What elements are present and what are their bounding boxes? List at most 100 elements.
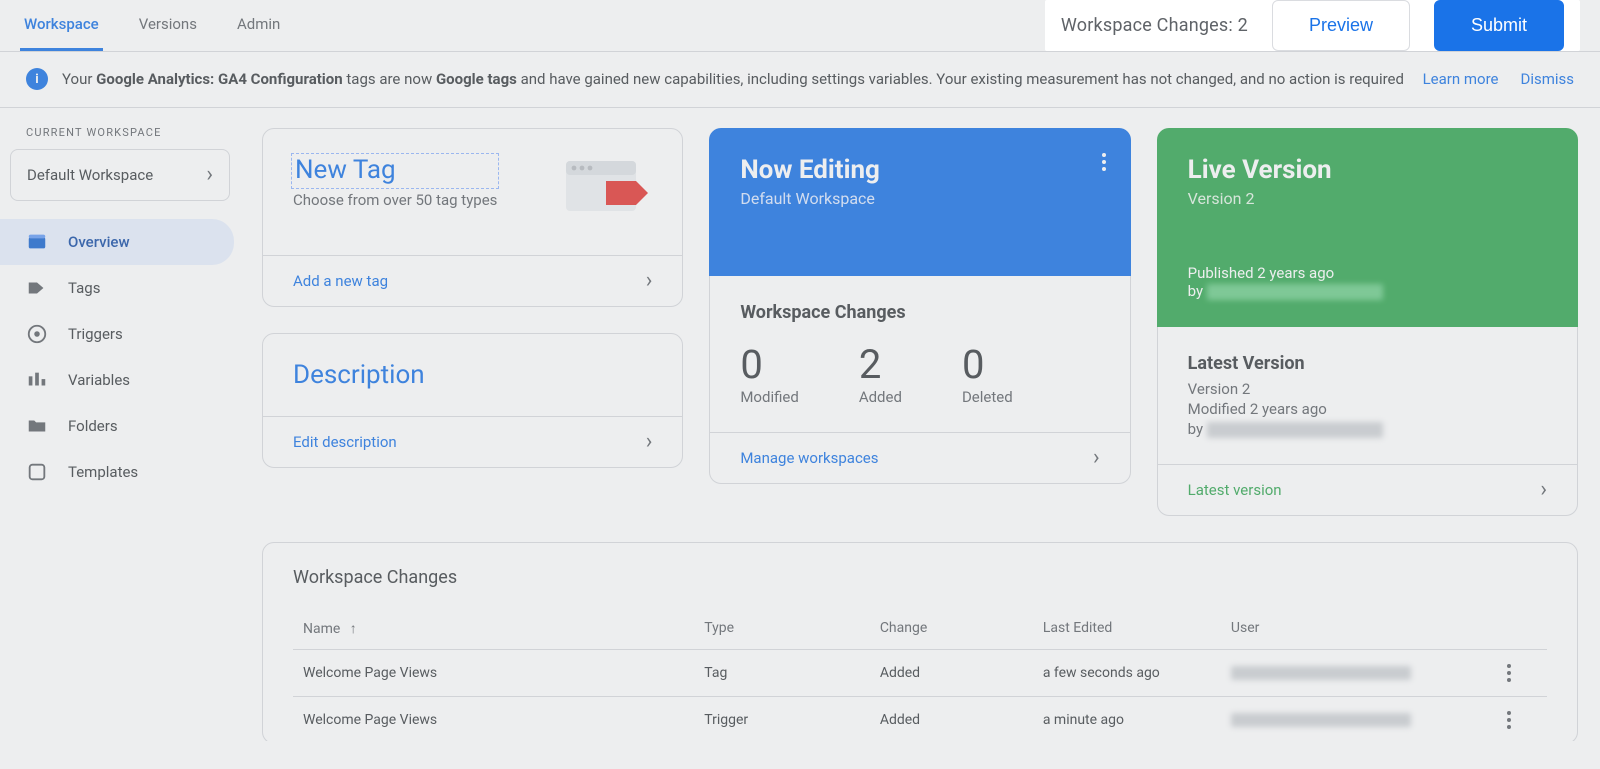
add-new-tag-link[interactable]: Add a new tag	[263, 255, 682, 306]
folder-icon	[26, 415, 48, 437]
row-user	[1221, 696, 1497, 740]
vertical-dots-icon	[1102, 153, 1106, 171]
live-version-by: by	[1188, 282, 1547, 300]
sidebar-item-label: Triggers	[68, 325, 123, 343]
card-foot-label: Latest version	[1188, 481, 1282, 499]
sidebar: CURRENT WORKSPACE Default Workspace Over…	[0, 108, 240, 741]
sidebar-item-triggers[interactable]: Triggers	[0, 311, 234, 357]
sidebar-item-label: Overview	[68, 233, 130, 251]
row-edited: a few seconds ago	[1033, 649, 1221, 696]
row-name[interactable]: Welcome Page Views	[293, 649, 694, 696]
card-foot-label: Manage workspaces	[740, 449, 878, 467]
banner-message: Your Google Analytics: GA4 Configuration…	[62, 68, 1409, 91]
metric-modified: 0 Modified	[740, 341, 798, 406]
sidebar-item-folders[interactable]: Folders	[0, 403, 234, 449]
table-row[interactable]: Welcome Page Views Tag Added a few secon…	[293, 649, 1547, 696]
topbar: Workspace Versions Admin Workspace Chang…	[0, 0, 1600, 52]
main: CURRENT WORKSPACE Default Workspace Over…	[0, 108, 1600, 741]
chevron-right-icon	[646, 270, 653, 292]
metric-value: 2	[859, 341, 902, 388]
sidebar-item-label: Templates	[68, 463, 138, 481]
chevron-right-icon	[646, 431, 653, 453]
now-editing-subtitle: Default Workspace	[740, 189, 1099, 208]
workspace-selector[interactable]: Default Workspace	[10, 149, 230, 201]
current-workspace-heading: CURRENT WORKSPACE	[0, 126, 240, 149]
sidebar-item-variables[interactable]: Variables	[0, 357, 234, 403]
metric-added: 2 Added	[859, 341, 902, 406]
edit-description-link[interactable]: Edit description	[263, 416, 682, 467]
metric-label: Modified	[740, 388, 798, 406]
live-version-title: Live Version	[1188, 155, 1547, 185]
row-name[interactable]: Welcome Page Views	[293, 696, 694, 740]
card-foot-label: Add a new tag	[293, 272, 388, 290]
tab-versions[interactable]: Versions	[135, 0, 201, 51]
vertical-dots-icon	[1507, 664, 1511, 682]
latest-version-modified: Modified 2 years ago	[1188, 400, 1547, 418]
submit-button[interactable]: Submit	[1434, 0, 1564, 51]
row-type: Trigger	[694, 696, 870, 740]
tab-workspace[interactable]: Workspace	[20, 0, 103, 51]
sidebar-item-overview[interactable]: Overview	[0, 219, 234, 265]
metric-value: 0	[740, 341, 798, 388]
workspace-changes-count: Workspace Changes: 2	[1061, 15, 1248, 36]
latest-version-title: Latest Version	[1188, 353, 1547, 374]
sidebar-nav: Overview Tags Triggers Variables	[0, 219, 240, 495]
metric-deleted: 0 Deleted	[962, 341, 1013, 406]
tab-admin[interactable]: Admin	[233, 0, 284, 51]
live-version-card: Live Version Version 2 Published 2 years…	[1157, 128, 1578, 327]
table-header-row: Name ↑ Type Change Last Edited User	[293, 608, 1547, 650]
workspace-changes-card: Workspace Changes 0 Modified 2 Added	[709, 276, 1130, 484]
trigger-icon	[26, 323, 48, 345]
workspace-changes-title: Workspace Changes	[740, 302, 1099, 323]
now-editing-card: Now Editing Default Workspace	[709, 128, 1130, 276]
workspace-changes-table: Name ↑ Type Change Last Edited User Welc…	[293, 608, 1547, 741]
now-editing-menu-button[interactable]	[1102, 153, 1106, 171]
latest-version-card: Latest Version Version 2 Modified 2 year…	[1157, 327, 1578, 516]
tag-icon	[26, 277, 48, 299]
content: New Tag Choose from over 50 tag types	[240, 108, 1600, 741]
col-name[interactable]: Name ↑	[293, 608, 694, 650]
row-menu-button[interactable]	[1507, 664, 1537, 682]
description-card: Description Edit description	[262, 333, 683, 468]
workspace-changes-table-card: Workspace Changes Name ↑ Type Change Las…	[262, 542, 1578, 741]
row-edited: a minute ago	[1033, 696, 1221, 740]
row-menu-button[interactable]	[1507, 711, 1537, 729]
workspace-changes-table-title: Workspace Changes	[293, 567, 1547, 588]
variables-icon	[26, 369, 48, 391]
col-edited[interactable]: Last Edited	[1033, 608, 1221, 650]
latest-version-number: Version 2	[1188, 380, 1547, 398]
row-change: Added	[870, 649, 1033, 696]
sidebar-item-tags[interactable]: Tags	[0, 265, 234, 311]
description-title: Description	[293, 360, 652, 390]
table-row[interactable]: Welcome Page Views Trigger Added a minut…	[293, 696, 1547, 740]
metric-label: Deleted	[962, 388, 1013, 406]
dismiss-link[interactable]: Dismiss	[1520, 70, 1574, 88]
sidebar-item-templates[interactable]: Templates	[0, 449, 234, 495]
sidebar-item-label: Folders	[68, 417, 118, 435]
sidebar-item-label: Tags	[68, 279, 100, 297]
top-tabs: Workspace Versions Admin	[20, 0, 284, 51]
workspace-selector-value: Default Workspace	[27, 166, 153, 184]
vertical-dots-icon	[1507, 711, 1511, 729]
live-version-subtitle: Version 2	[1188, 189, 1547, 208]
col-type[interactable]: Type	[694, 608, 870, 650]
col-change[interactable]: Change	[870, 608, 1033, 650]
metric-value: 0	[962, 341, 1013, 388]
row-type: Tag	[694, 649, 870, 696]
card-foot-label: Edit description	[293, 433, 397, 451]
learn-more-link[interactable]: Learn more	[1423, 70, 1499, 88]
row-change: Added	[870, 696, 1033, 740]
sort-asc-icon: ↑	[350, 621, 357, 637]
latest-version-by: by	[1188, 420, 1547, 438]
manage-workspaces-link[interactable]: Manage workspaces	[710, 432, 1129, 483]
now-editing-title: Now Editing	[740, 155, 1099, 185]
col-user[interactable]: User	[1221, 608, 1497, 650]
info-icon: i	[26, 68, 48, 90]
preview-button[interactable]: Preview	[1272, 0, 1410, 51]
sidebar-item-label: Variables	[68, 371, 130, 389]
redacted-user	[1207, 422, 1383, 438]
row-user	[1221, 649, 1497, 696]
tag-illustration-icon	[560, 155, 652, 229]
latest-version-link[interactable]: Latest version	[1158, 464, 1577, 515]
chevron-right-icon	[206, 164, 213, 186]
